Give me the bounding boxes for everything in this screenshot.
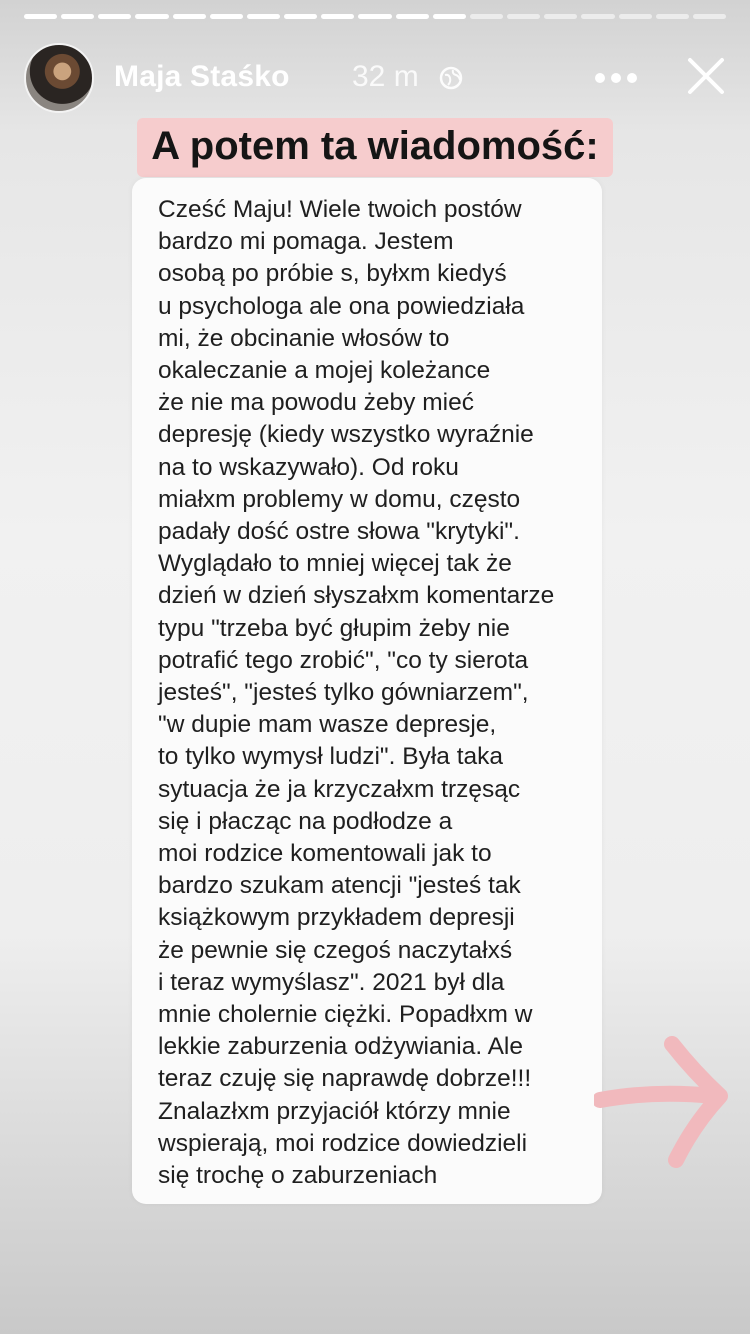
story-header: Maja Staśko 32 m [24, 40, 726, 116]
message-line: Cześć Maju! Wiele twoich postów [158, 196, 522, 223]
arrow-right-icon [594, 1036, 728, 1168]
progress-segment [358, 14, 392, 19]
username[interactable]: Maja Staśko [114, 60, 290, 94]
message-line: bardzo mi pomaga. Jestem [158, 228, 454, 256]
message-line: lekkie zaburzenia odżywiania. Ale [158, 1033, 523, 1061]
message-line: Znalazłxm przyjaciół którzy mnie [158, 1097, 511, 1125]
message-line: miałxm problemy w domu, często [158, 485, 521, 513]
message-line: że nie ma powodu żeby mieć [158, 389, 474, 417]
message-line: depresję (kiedy wszystko wyraźnie [158, 421, 534, 449]
progress-segment [61, 14, 95, 19]
progress-segment [246, 14, 281, 19]
story-progress-bar [24, 14, 726, 19]
progress-segment [507, 14, 541, 19]
message-line: jesteś", "jesteś tylko gówniarzem", [158, 679, 529, 707]
message-line: mnie cholernie ciężki. Popadłxm w [158, 1001, 533, 1029]
message-text: Cześć Maju! Wiele twoich postów bardzo mi… [158, 194, 598, 1192]
progress-segment [172, 14, 206, 19]
progress-segment [321, 14, 355, 19]
message-line: typu "trzeba być głupim żeby nie [158, 614, 510, 642]
headline: A potem ta wiadomość: [137, 118, 613, 177]
message-line: "w dupie mam wasze depresje, [158, 711, 497, 739]
progress-segment [692, 14, 726, 19]
message-line: sytuacja że ja krzyczałxm trzęsąc [158, 775, 521, 803]
message-line: dzień w dzień słyszałxm komentarze [158, 582, 555, 610]
progress-segment [469, 14, 504, 19]
message-line: bardzo szukam atencji "jesteś tak [158, 872, 521, 900]
post-time: 32 m [352, 60, 419, 93]
progress-segment [135, 14, 169, 19]
progress-segment [581, 14, 615, 19]
message-line: to tylko wymysł ludzi". Była taka [158, 743, 503, 771]
progress-segment [544, 14, 578, 19]
globe-icon [439, 66, 463, 90]
message-line: padały dość ostre słowa "krytyki". [158, 518, 520, 546]
close-icon[interactable] [686, 56, 726, 96]
progress-segment [618, 14, 652, 19]
more-horizontal-icon[interactable] [594, 66, 638, 90]
message-line: na to wskazywało). Od roku [158, 453, 459, 481]
message-line: i teraz wymyślasz". 2021 był dla [158, 968, 505, 996]
message-line: u psychologa ale ona powiedziała [158, 292, 525, 320]
progress-segment [432, 14, 466, 19]
message-line: się trochę o zaburzeniach [158, 1162, 438, 1190]
progress-segment [395, 14, 429, 19]
message-line: teraz czuję się naprawdę dobrze!!! [158, 1065, 532, 1093]
message-line: moi rodzice komentowali jak to [158, 840, 492, 868]
message-line: książkowym przykładem depresji [158, 904, 515, 932]
message-line: się i płacząc na podłodze a [158, 807, 453, 835]
headline-container: A potem ta wiadomość: [0, 118, 750, 177]
message-line: że pewnie się czegoś naczytałxś [158, 936, 513, 964]
message-line: okaleczanie a mojej koleżance [158, 357, 491, 385]
message-line: wspierają, moi rodzice dowiedzieli [158, 1129, 528, 1157]
message-line: mi, że obcinanie włosów to [158, 324, 450, 352]
progress-segment [655, 14, 689, 19]
message-line: osobą po próbie s, byłxm kiedyś [158, 260, 507, 288]
progress-segment [24, 14, 58, 19]
progress-segment [209, 14, 243, 19]
message-line: potrafić tego zrobić", "co ty sierota [158, 646, 529, 674]
progress-segment [284, 14, 318, 19]
message-line: Wyglądało to mniej więcej tak że [158, 550, 512, 578]
progress-segment [98, 14, 132, 19]
avatar[interactable] [24, 43, 94, 113]
